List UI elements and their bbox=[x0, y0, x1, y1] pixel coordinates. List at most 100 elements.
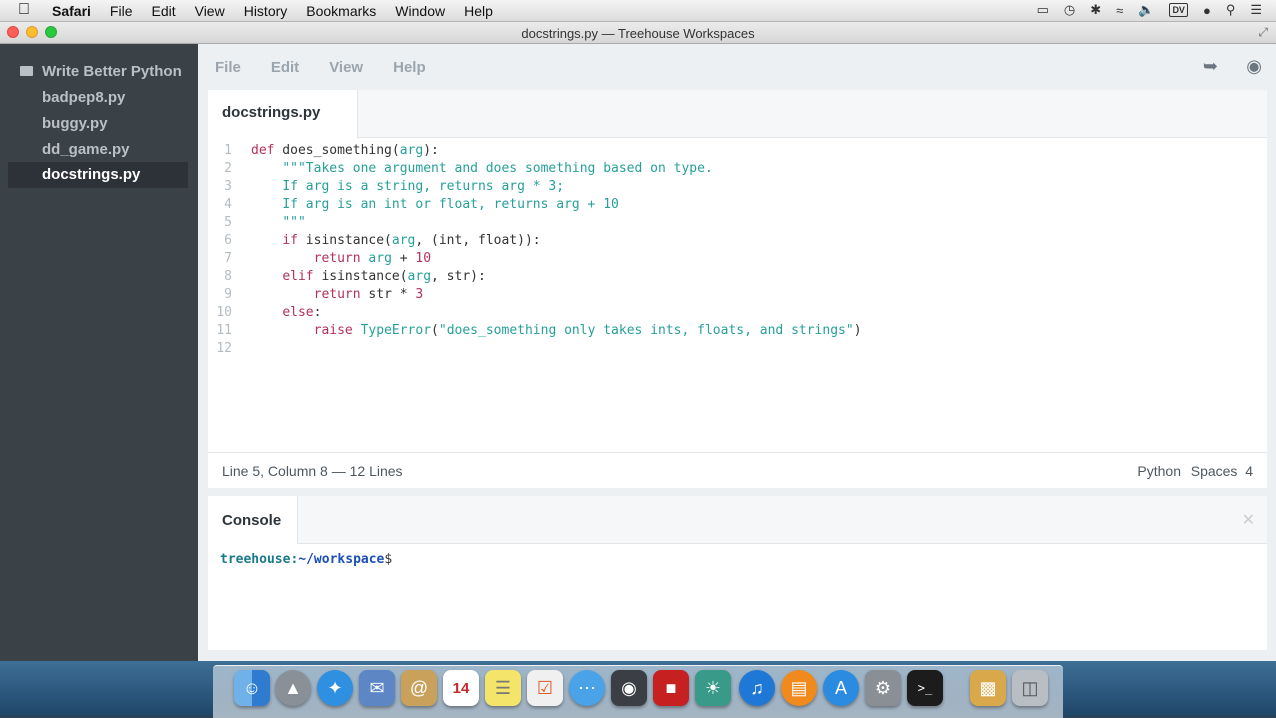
code-token: arg bbox=[399, 143, 424, 158]
time-machine-icon[interactable]: ◷ bbox=[1064, 2, 1075, 18]
window-title: docstrings.py — Treehouse Workspaces bbox=[521, 26, 755, 41]
window-titlebar: docstrings.py — Treehouse Workspaces ⤢ bbox=[0, 22, 1276, 44]
code-token: arg bbox=[391, 233, 416, 248]
user-icon[interactable]: ● bbox=[1203, 3, 1211, 18]
code-area[interactable]: 1 def does_something(arg): 2 """Takes one… bbox=[208, 142, 1267, 358]
app-store-icon[interactable]: A bbox=[823, 670, 859, 706]
menu-bookmarks[interactable]: Bookmarks bbox=[306, 3, 376, 19]
menu-view[interactable]: View bbox=[195, 3, 225, 19]
messages-icon[interactable]: ⋯ bbox=[569, 670, 605, 706]
line-number: 9 bbox=[224, 287, 232, 302]
code-token: return bbox=[313, 287, 361, 302]
cursor-position: Line 5, Column 8 — 12 Lines bbox=[222, 463, 403, 479]
calendar-icon[interactable]: 14 bbox=[443, 670, 479, 706]
code-line: 5 """ bbox=[208, 214, 1267, 232]
volume-icon[interactable]: 🔈 bbox=[1138, 2, 1154, 18]
launchpad-icon[interactable]: ▲ bbox=[275, 670, 311, 706]
workspace-menu-file[interactable]: File bbox=[215, 59, 241, 76]
iphoto-icon[interactable]: ☀ bbox=[695, 670, 731, 706]
downloads-stack-icon[interactable]: ▩ bbox=[970, 670, 1006, 706]
workspace-menu-view[interactable]: View bbox=[329, 59, 363, 76]
code-line: 4 If arg is an int or float, returns arg… bbox=[208, 196, 1267, 214]
notes-icon[interactable]: ☰ bbox=[485, 670, 521, 706]
console-tab[interactable]: Console bbox=[208, 496, 298, 544]
sidebar-file-buggy[interactable]: buggy.py bbox=[8, 111, 188, 137]
line-number: 8 bbox=[224, 269, 232, 284]
safari-icon[interactable]: ✦ bbox=[317, 670, 353, 706]
line-number: 7 bbox=[224, 251, 232, 266]
code-token: raise bbox=[313, 323, 353, 338]
code-editor[interactable]: docstrings.py 1 def does_something(arg): … bbox=[208, 90, 1267, 486]
mail-icon[interactable]: ✉ bbox=[359, 670, 395, 706]
terminal-icon[interactable]: >_ bbox=[907, 670, 943, 706]
line-number: 5 bbox=[224, 215, 232, 230]
code-token: """ bbox=[282, 215, 306, 230]
code-line: 8 elif isinstance(arg, str): bbox=[208, 268, 1267, 286]
language-selector[interactable]: Python bbox=[1137, 463, 1181, 479]
menu-window[interactable]: Window bbox=[395, 3, 445, 19]
code-token: else bbox=[282, 305, 314, 320]
workspace-menu: File Edit View Help bbox=[215, 59, 456, 76]
sidebar-file-badpep8[interactable]: badpep8.py bbox=[8, 85, 188, 111]
itunes-icon[interactable]: ♫ bbox=[739, 670, 775, 706]
sidebar-file-dd-game[interactable]: dd_game.py bbox=[8, 137, 188, 163]
editor-tab-bar: docstrings.py bbox=[208, 90, 1267, 138]
code-token: elif bbox=[282, 269, 314, 284]
workspace-menu-edit[interactable]: Edit bbox=[271, 59, 299, 76]
menu-help[interactable]: Help bbox=[464, 3, 493, 19]
finder-icon[interactable]: ☺ bbox=[234, 670, 270, 706]
prompt-symbol: $ bbox=[384, 552, 393, 567]
console-panel[interactable]: Console ✕ treehouse:~/workspace$ bbox=[208, 496, 1267, 650]
code-line: 6 if isinstance(arg, (int, float)): bbox=[208, 232, 1267, 250]
trash-icon[interactable]: ◫ bbox=[1012, 670, 1048, 706]
preview-eye-icon[interactable]: ◉ bbox=[1246, 56, 1262, 77]
menu-history[interactable]: History bbox=[244, 3, 288, 19]
line-number: 4 bbox=[224, 197, 232, 212]
facetime-icon[interactable]: ◉ bbox=[611, 670, 647, 706]
code-line: 10 else: bbox=[208, 304, 1267, 322]
editor-status-bar: Line 5, Column 8 — 12 Lines Python Space… bbox=[208, 452, 1267, 488]
prompt-path: ~/workspace bbox=[298, 552, 385, 567]
tab-docstrings[interactable]: docstrings.py bbox=[208, 90, 358, 138]
code-token: 10 bbox=[415, 251, 432, 266]
folder-icon bbox=[20, 66, 33, 76]
project-folder[interactable]: Write Better Python bbox=[20, 63, 182, 80]
line-number: 10 bbox=[216, 305, 232, 320]
line-number: 12 bbox=[216, 341, 232, 356]
code-line: 9 return str * 3 bbox=[208, 286, 1267, 304]
close-icon[interactable]: ✕ bbox=[1242, 510, 1255, 530]
code-token: , str): bbox=[431, 269, 486, 284]
code-line: 1 def does_something(arg): bbox=[208, 142, 1267, 160]
system-preferences-icon[interactable]: ⚙ bbox=[865, 670, 901, 706]
code-token: "does_something only takes ints, floats,… bbox=[438, 323, 854, 338]
indent-selector[interactable]: Spaces 4 bbox=[1191, 463, 1253, 479]
code-token: if bbox=[282, 233, 298, 248]
sidebar-file-docstrings[interactable]: docstrings.py bbox=[8, 162, 188, 188]
workspace-menu-help[interactable]: Help bbox=[393, 59, 426, 76]
ibooks-icon[interactable]: ▤ bbox=[781, 670, 817, 706]
menu-file[interactable]: File bbox=[110, 3, 133, 19]
airplay-icon[interactable]: ▭ bbox=[1037, 2, 1049, 18]
bluetooth-icon[interactable]: ✱ bbox=[1090, 2, 1101, 18]
notification-center-icon[interactable]: ☰ bbox=[1250, 2, 1262, 18]
code-token: isinstance( bbox=[313, 269, 408, 284]
workspace-main: File Edit View Help ➥ ◉ docstrings.py 1d… bbox=[198, 44, 1276, 661]
input-source-badge[interactable]: DV bbox=[1169, 3, 1188, 17]
share-icon[interactable]: ➥ bbox=[1203, 56, 1218, 77]
spotlight-search-icon[interactable]: ⚲ bbox=[1226, 2, 1236, 18]
reminders-icon[interactable]: ☑ bbox=[527, 670, 563, 706]
code-token: 3 bbox=[415, 287, 424, 302]
console-prompt[interactable]: treehouse:~/workspace$ bbox=[220, 552, 392, 567]
fullscreen-icon[interactable]: ⤢ bbox=[1258, 25, 1268, 40]
code-token: def bbox=[251, 143, 275, 158]
file-sidebar: Write Better Python badpep8.py buggy.py … bbox=[0, 44, 198, 661]
code-token: + bbox=[391, 251, 416, 266]
code-token: ( bbox=[431, 323, 439, 338]
contacts-icon[interactable]: @ bbox=[401, 670, 437, 706]
code-token: str * bbox=[360, 287, 416, 302]
photo-booth-icon[interactable]: ■ bbox=[653, 670, 689, 706]
menu-edit[interactable]: Edit bbox=[151, 3, 175, 19]
apple-icon[interactable]:  bbox=[18, 1, 30, 19]
menu-safari[interactable]: Safari bbox=[52, 3, 91, 19]
wifi-icon[interactable]: ≈ bbox=[1116, 3, 1123, 18]
